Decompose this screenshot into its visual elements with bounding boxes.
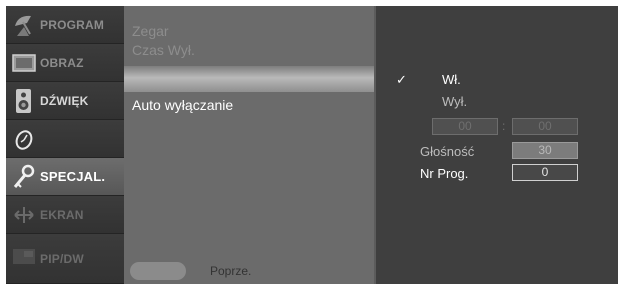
category-label: DŹWIĘK [40,94,89,108]
option-off[interactable]: Wył. [442,94,467,110]
tv-osd-menu: PROGRAM OBRAZ DŹWIĘK SPECJAL. EKRAN PIP/… [6,6,618,284]
category-special[interactable]: SPECJAL. [6,158,124,196]
category-label: EKRAN [40,208,84,222]
volume-field[interactable]: 30 [512,142,578,159]
program-number-field[interactable]: 0 [512,164,578,181]
option-panel: ✓ Wł. Wył. 00 : 00 Głośność 30 Nr Prog. … [374,6,618,284]
category-label: PROGRAM [40,18,105,32]
time-separator: : [502,119,506,133]
category-pip[interactable]: PIP/DW [6,234,124,284]
category-time[interactable] [6,120,124,158]
menu-item-off-timer[interactable]: Czas Wył. [124,40,374,60]
key-icon [12,164,36,190]
pip-icon [12,240,36,266]
category-label: OBRAZ [40,56,84,70]
option-on[interactable]: Wł. [442,72,461,88]
menu-item-clock[interactable]: Zegar [124,21,374,41]
clock-icon [12,126,36,152]
category-program[interactable]: PROGRAM [6,6,124,44]
category-sound[interactable]: DŹWIĘK [6,82,124,120]
satellite-dish-icon [12,12,36,38]
minute-field[interactable]: 00 [512,118,578,135]
check-icon: ✓ [396,72,407,87]
hour-field[interactable]: 00 [432,118,498,135]
menu-selection-highlight [124,66,374,92]
prev-button[interactable] [130,262,186,280]
category-label: PIP/DW [40,252,84,266]
prev-button-label[interactable]: Poprze. [210,262,251,280]
menu-item-auto-off[interactable]: Auto wyłączanie [124,95,374,115]
menu-column: Zegar Czas Wył. Auto wyłączanie Poprze. [124,6,374,284]
volume-label: Głośność [420,144,475,159]
picture-icon [12,50,36,76]
speaker-icon [12,88,36,114]
category-picture[interactable]: OBRAZ [6,44,124,82]
category-column: PROGRAM OBRAZ DŹWIĘK SPECJAL. EKRAN PIP/… [6,6,124,284]
category-screen[interactable]: EKRAN [6,196,124,234]
category-label: SPECJAL. [40,169,106,184]
screen-adjust-icon [12,202,36,228]
program-number-label: Nr Prog. [420,166,469,181]
